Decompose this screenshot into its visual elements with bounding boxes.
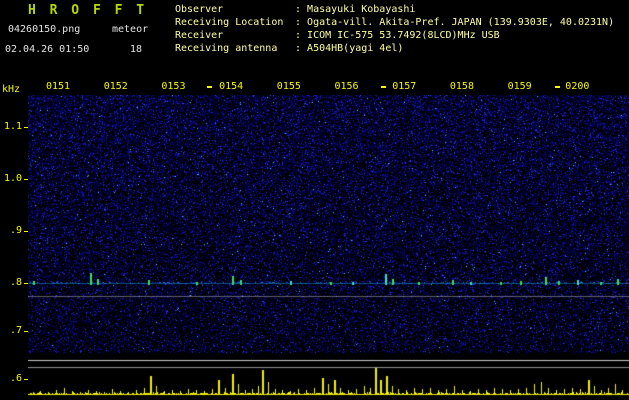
time-label: 0158 [450,81,474,92]
station-separator: : [295,17,307,28]
freq-label: 1.0 [0,173,22,184]
freq-label: .8 [0,277,22,288]
time-tick [555,86,560,88]
time-label: 0153 [161,81,185,92]
time-label: 0154 [219,81,243,92]
mode-label: meteor [112,24,148,35]
station-row: Receiver: ICOM IC-575 53.7492(8LCD)MHz U… [175,29,614,42]
time-label: 0156 [335,81,359,92]
station-separator: : [295,43,307,54]
time-label: 0155 [277,81,301,92]
station-label: Receiving antenna [175,42,295,55]
time-tick [381,86,386,88]
freq-label: .9 [0,225,22,236]
station-separator: : [295,30,307,41]
time-axis: 0151 0152 0153 0154 0155 0156 0157 0158 0159 0200 [0,81,629,95]
spectrogram-canvas [28,95,629,400]
station-label: Receiver [175,29,295,42]
station-separator: : [295,4,307,15]
station-value: ICOM IC-575 53.7492(8LCD)MHz USB [307,30,500,41]
time-tick [207,86,212,88]
station-value: Ogata-vill. Akita-Pref. JAPAN (139.9303E… [307,17,614,28]
time-label: 0151 [46,81,70,92]
freq-unit-label: kHz [2,84,20,95]
time-label: 0159 [508,81,532,92]
station-value: A504HB(yagi 4el) [307,43,403,54]
station-info: Observer: Masayuki Kobayashi Receiving Lo… [175,3,614,55]
freq-label: .6 [0,373,22,384]
hrofft-output: H R O F F T 04260150.png meteor 02.04.26… [0,0,629,400]
freq-label: 1.1 [0,121,22,132]
station-label: Observer [175,3,295,16]
meteor-count: 18 [130,44,142,55]
app-logo: H R O F F T [28,3,147,18]
freq-label: .7 [0,325,22,336]
station-row: Receiving antenna: A504HB(yagi 4el) [175,42,614,55]
time-label: 0200 [565,81,589,92]
station-row: Receiving Location: Ogata-vill. Akita-Pr… [175,16,614,29]
station-value: Masayuki Kobayashi [307,4,415,15]
station-row: Observer: Masayuki Kobayashi [175,3,614,16]
time-label: 0157 [392,81,416,92]
frequency-axis: kHz 1.1 1.0 .9 .8 .7 .6 [0,0,28,400]
time-label: 0152 [104,81,128,92]
station-label: Receiving Location [175,16,295,29]
